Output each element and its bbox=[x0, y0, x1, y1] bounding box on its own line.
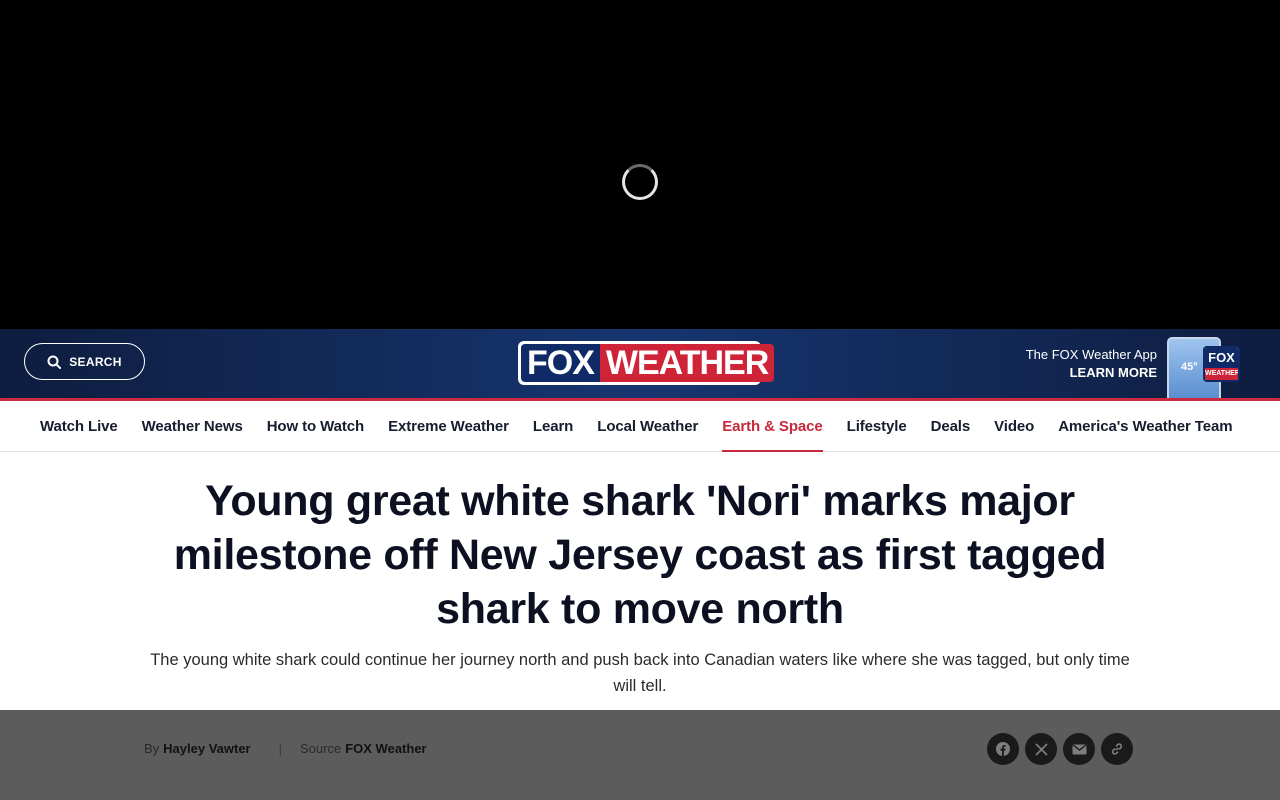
nav-weather-news[interactable]: Weather News bbox=[142, 401, 243, 452]
nav-video[interactable]: Video bbox=[994, 401, 1034, 452]
byline: By Hayley Vawter | Source FOX Weather bbox=[144, 741, 427, 756]
article-dek: The young white shark could continue her… bbox=[150, 651, 1130, 695]
app-badge-icon: FOX WEATHER bbox=[1203, 346, 1240, 382]
share-facebook-button[interactable] bbox=[987, 733, 1019, 765]
loading-spinner-icon bbox=[622, 164, 658, 200]
author-link[interactable]: Hayley Vawter bbox=[163, 741, 250, 756]
search-icon bbox=[47, 355, 62, 369]
email-icon bbox=[1072, 743, 1086, 754]
share-buttons bbox=[987, 733, 1133, 765]
nav-how-to-watch[interactable]: How to Watch bbox=[267, 401, 365, 452]
video-player[interactable] bbox=[0, 0, 1280, 329]
by-prefix: By bbox=[144, 741, 160, 756]
article-headline: Young great white shark 'Nori' marks maj… bbox=[173, 477, 1107, 633]
app-promo[interactable]: The FOX Weather App LEARN MORE bbox=[1026, 347, 1157, 380]
nav-learn[interactable]: Learn bbox=[533, 401, 573, 452]
phone-temp: 45° bbox=[1181, 361, 1198, 373]
app-promo-title: The FOX Weather App bbox=[1025, 347, 1157, 362]
badge-weather: WEATHER bbox=[1205, 368, 1238, 380]
nav-lifestyle[interactable]: Lifestyle bbox=[847, 401, 907, 452]
site-header: SEARCH FOX WEATHER The FOX Weather App L… bbox=[0, 329, 1280, 398]
search-label: SEARCH bbox=[69, 354, 122, 369]
fox-weather-logo[interactable]: FOX WEATHER bbox=[518, 341, 775, 385]
source-name: FOX Weather bbox=[345, 741, 427, 756]
nav-earth-space[interactable]: Earth & Space bbox=[722, 401, 824, 452]
learn-more-link[interactable]: LEARN MORE bbox=[1026, 365, 1157, 380]
search-button[interactable]: SEARCH bbox=[24, 343, 145, 380]
share-x-button[interactable] bbox=[1025, 733, 1057, 765]
link-icon bbox=[1111, 743, 1123, 755]
facebook-icon bbox=[996, 742, 1010, 756]
article-meta: By Hayley Vawter | Source FOX Weather bbox=[0, 710, 1280, 800]
x-icon bbox=[1034, 742, 1048, 756]
nav-americas-weather-team[interactable]: America's Weather Team bbox=[1058, 401, 1232, 452]
nav-extreme-weather[interactable]: Extreme Weather bbox=[388, 401, 509, 452]
source-prefix: Source bbox=[300, 741, 342, 756]
nav-deals[interactable]: Deals bbox=[931, 401, 971, 452]
nav-watch-live[interactable]: Watch Live bbox=[40, 401, 118, 452]
logo-weather: WEATHER bbox=[599, 344, 775, 382]
byline-separator: | bbox=[278, 741, 283, 756]
share-email-button[interactable] bbox=[1063, 733, 1095, 765]
article-header: Young great white shark 'Nori' marks maj… bbox=[0, 452, 1280, 710]
share-link-button[interactable] bbox=[1101, 733, 1133, 765]
nav-local-weather[interactable]: Local Weather bbox=[597, 401, 698, 452]
badge-fox: FOX bbox=[1205, 348, 1238, 368]
logo-fox: FOX bbox=[521, 344, 600, 382]
main-nav: Watch Live Weather News How to Watch Ext… bbox=[0, 401, 1280, 452]
